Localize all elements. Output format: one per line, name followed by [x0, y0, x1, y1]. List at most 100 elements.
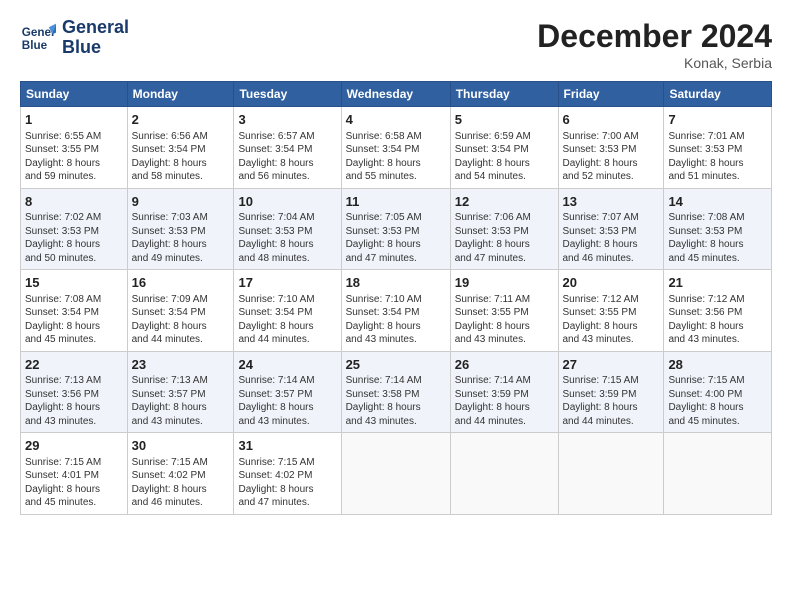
day-cell: 11Sunrise: 7:05 AMSunset: 3:53 PMDayligh… [341, 188, 450, 270]
day-info: Sunrise: 7:08 AMSunset: 3:54 PMDaylight:… [25, 294, 101, 346]
weekday-header-friday: Friday [558, 82, 664, 107]
day-cell: 19 Sunrise: 7:11 AMSunset: 3:55 PMDayligh… [450, 270, 558, 352]
day-number: 21 [668, 274, 767, 292]
day-info: Sunrise: 7:10 AMSunset: 3:54 PMDaylight:… [346, 294, 422, 346]
day-cell: 24Sunrise: 7:14 AMSunset: 3:57 PMDayligh… [234, 351, 341, 433]
day-info: Sunrise: 7:06 AMSunset: 3:53 PMDaylight:… [455, 212, 531, 264]
day-info: Sunrise: 7:13 AMSunset: 3:57 PMDaylight:… [132, 375, 208, 427]
day-number: 30 [132, 437, 230, 455]
day-cell: 10Sunrise: 7:04 AMSunset: 3:53 PMDayligh… [234, 188, 341, 270]
day-info: Sunrise: 7:09 AMSunset: 3:54 PMDaylight:… [132, 294, 208, 346]
day-cell: 8Sunrise: 7:02 AMSunset: 3:53 PMDaylight… [21, 188, 128, 270]
day-cell: 12Sunrise: 7:06 AMSunset: 3:53 PMDayligh… [450, 188, 558, 270]
week-row-2: 8Sunrise: 7:02 AMSunset: 3:53 PMDaylight… [21, 188, 772, 270]
week-row-4: 22Sunrise: 7:13 AMSunset: 3:56 PMDayligh… [21, 351, 772, 433]
location: Konak, Serbia [537, 55, 772, 71]
weekday-header-saturday: Saturday [664, 82, 772, 107]
day-cell: 13Sunrise: 7:07 AMSunset: 3:53 PMDayligh… [558, 188, 664, 270]
day-number: 22 [25, 356, 123, 374]
day-cell: 18Sunrise: 7:10 AMSunset: 3:54 PMDayligh… [341, 270, 450, 352]
day-number: 7 [668, 111, 767, 129]
day-cell: 23Sunrise: 7:13 AMSunset: 3:57 PMDayligh… [127, 351, 234, 433]
day-cell: 22Sunrise: 7:13 AMSunset: 3:56 PMDayligh… [21, 351, 128, 433]
svg-text:Blue: Blue [22, 39, 48, 52]
day-number: 25 [346, 356, 446, 374]
day-info: Sunrise: 7:14 AMSunset: 3:59 PMDaylight:… [455, 375, 531, 427]
day-info: Sunrise: 6:58 AMSunset: 3:54 PMDaylight:… [346, 131, 422, 183]
logo-icon: General Blue [20, 20, 56, 56]
day-cell: 25Sunrise: 7:14 AMSunset: 3:58 PMDayligh… [341, 351, 450, 433]
day-number: 12 [455, 193, 554, 211]
day-cell: 31 Sunrise: 7:15 AMSunset: 4:02 PMDayligh… [234, 433, 341, 515]
week-row-1: 1Sunrise: 6:55 AMSunset: 3:55 PMDaylight… [21, 107, 772, 189]
day-cell: 4 Sunrise: 6:58 AMSunset: 3:54 PMDaylight… [341, 107, 450, 189]
day-info: Sunrise: 6:55 AMSunset: 3:55 PMDaylight:… [25, 131, 101, 183]
day-info: Sunrise: 6:59 AMSunset: 3:54 PMDaylight:… [455, 131, 531, 183]
day-cell: 3Sunrise: 6:57 AMSunset: 3:54 PMDaylight… [234, 107, 341, 189]
weekday-header-tuesday: Tuesday [234, 82, 341, 107]
day-cell: 15 Sunrise: 7:08 AMSunset: 3:54 PMDayligh… [21, 270, 128, 352]
page: General Blue General Blue December 2024 … [0, 0, 792, 525]
week-row-3: 15 Sunrise: 7:08 AMSunset: 3:54 PMDayligh… [21, 270, 772, 352]
day-info: Sunrise: 7:15 AMSunset: 4:00 PMDaylight:… [668, 375, 744, 427]
day-cell: 26Sunrise: 7:14 AMSunset: 3:59 PMDayligh… [450, 351, 558, 433]
day-number: 9 [132, 193, 230, 211]
day-info: Sunrise: 7:05 AMSunset: 3:53 PMDaylight:… [346, 212, 422, 264]
day-cell [664, 433, 772, 515]
day-number: 17 [238, 274, 336, 292]
day-cell: 27Sunrise: 7:15 AMSunset: 3:59 PMDayligh… [558, 351, 664, 433]
day-cell [341, 433, 450, 515]
day-number: 8 [25, 193, 123, 211]
day-info: Sunrise: 6:57 AMSunset: 3:54 PMDaylight:… [238, 131, 314, 183]
day-number: 29 [25, 437, 123, 455]
day-info: Sunrise: 7:10 AMSunset: 3:54 PMDaylight:… [238, 294, 314, 346]
day-info: Sunrise: 7:15 AMSunset: 3:59 PMDaylight:… [563, 375, 639, 427]
weekday-header-sunday: Sunday [21, 82, 128, 107]
day-cell: 28Sunrise: 7:15 AMSunset: 4:00 PMDayligh… [664, 351, 772, 433]
day-number: 19 [455, 274, 554, 292]
day-cell: 30 Sunrise: 7:15 AMSunset: 4:02 PMDayligh… [127, 433, 234, 515]
day-info: Sunrise: 7:15 AMSunset: 4:02 PMDaylight:… [238, 457, 314, 509]
day-number: 11 [346, 193, 446, 211]
day-number: 4 [346, 111, 446, 129]
day-number: 5 [455, 111, 554, 129]
day-info: Sunrise: 7:15 AMSunset: 4:02 PMDaylight:… [132, 457, 208, 509]
logo-line1: General [62, 17, 129, 37]
day-number: 28 [668, 356, 767, 374]
day-info: Sunrise: 7:07 AMSunset: 3:53 PMDaylight:… [563, 212, 639, 264]
day-info: Sunrise: 7:02 AMSunset: 3:53 PMDaylight:… [25, 212, 101, 264]
day-info: Sunrise: 7:11 AMSunset: 3:55 PMDaylight:… [455, 294, 530, 346]
day-cell: 2Sunrise: 6:56 AMSunset: 3:54 PMDaylight… [127, 107, 234, 189]
day-cell: 5 Sunrise: 6:59 AMSunset: 3:54 PMDaylight… [450, 107, 558, 189]
day-number: 27 [563, 356, 660, 374]
day-cell: 1Sunrise: 6:55 AMSunset: 3:55 PMDaylight… [21, 107, 128, 189]
title-block: December 2024 Konak, Serbia [537, 18, 772, 71]
day-cell: 21 Sunrise: 7:12 AMSunset: 3:56 PMDayligh… [664, 270, 772, 352]
day-number: 31 [238, 437, 336, 455]
logo: General Blue General Blue [20, 18, 129, 58]
logo-line2: Blue [62, 37, 101, 57]
logo-text: General Blue [62, 18, 129, 58]
day-cell: 14Sunrise: 7:08 AMSunset: 3:53 PMDayligh… [664, 188, 772, 270]
day-cell: 7Sunrise: 7:01 AMSunset: 3:53 PMDaylight… [664, 107, 772, 189]
day-cell: 9Sunrise: 7:03 AMSunset: 3:53 PMDaylight… [127, 188, 234, 270]
day-cell: 16 Sunrise: 7:09 AMSunset: 3:54 PMDayligh… [127, 270, 234, 352]
day-info: Sunrise: 7:14 AMSunset: 3:57 PMDaylight:… [238, 375, 314, 427]
day-info: Sunrise: 7:00 AMSunset: 3:53 PMDaylight:… [563, 131, 639, 183]
calendar-table: SundayMondayTuesdayWednesdayThursdayFrid… [20, 81, 772, 515]
weekday-header-monday: Monday [127, 82, 234, 107]
day-info: Sunrise: 7:12 AMSunset: 3:56 PMDaylight:… [668, 294, 744, 346]
day-number: 26 [455, 356, 554, 374]
day-number: 6 [563, 111, 660, 129]
day-number: 10 [238, 193, 336, 211]
day-number: 16 [132, 274, 230, 292]
day-cell: 29Sunrise: 7:15 AMSunset: 4:01 PMDayligh… [21, 433, 128, 515]
day-number: 23 [132, 356, 230, 374]
day-info: Sunrise: 7:04 AMSunset: 3:53 PMDaylight:… [238, 212, 314, 264]
day-cell: 17 Sunrise: 7:10 AMSunset: 3:54 PMDayligh… [234, 270, 341, 352]
day-number: 15 [25, 274, 123, 292]
day-info: Sunrise: 7:08 AMSunset: 3:53 PMDaylight:… [668, 212, 744, 264]
weekday-header-wednesday: Wednesday [341, 82, 450, 107]
weekday-header-thursday: Thursday [450, 82, 558, 107]
month-title: December 2024 [537, 18, 772, 55]
